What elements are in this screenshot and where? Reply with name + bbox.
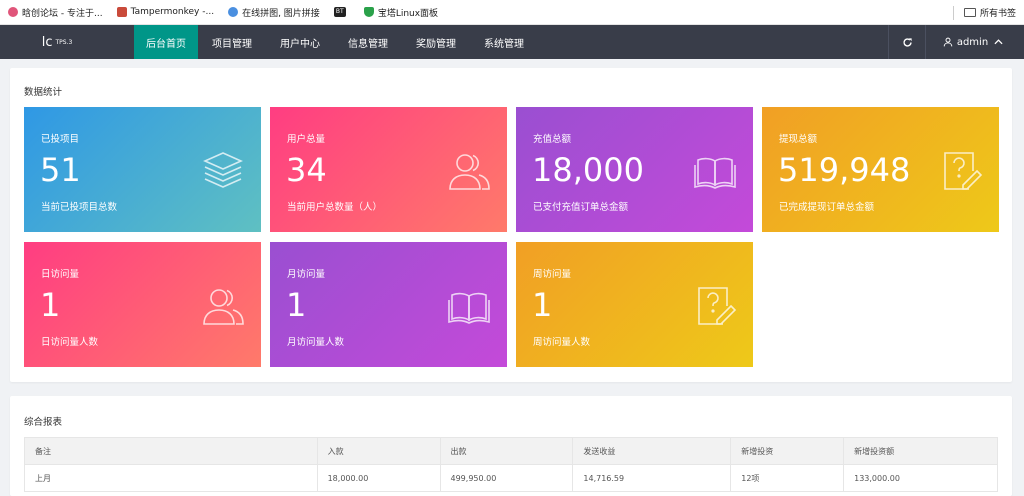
card-title: 日访问量 bbox=[41, 269, 80, 280]
stat-card-recharge[interactable]: 充值总额 18,000 已支付充值订单总金额 bbox=[516, 107, 753, 232]
logo[interactable]: lc TPS.3 bbox=[0, 25, 134, 59]
column-header: 发送收益 bbox=[572, 437, 732, 465]
book-icon bbox=[694, 157, 736, 189]
card-value: 51 bbox=[40, 151, 81, 189]
stats-panel: 数据统计 已投项目 51 当前已投项目总数 用户总量 34 当前用户总数量（人）… bbox=[10, 68, 1012, 382]
column-header: 入款 bbox=[316, 437, 441, 465]
card-value: 519,948 bbox=[778, 151, 911, 189]
panel-title: 综合报表 bbox=[24, 417, 63, 428]
folder-icon bbox=[963, 8, 976, 17]
users-icon bbox=[203, 289, 244, 325]
all-bookmarks[interactable]: 所有书签 bbox=[952, 0, 1016, 25]
table-row: 上月 18,000.00 499,950.00 14,716.59 12项 13… bbox=[24, 464, 998, 492]
card-title: 周访问量 bbox=[533, 269, 572, 280]
table-cell: 14,716.59 bbox=[572, 464, 732, 492]
column-header: 新增投资额 bbox=[843, 437, 998, 465]
stat-card-daily-visits[interactable]: 日访问量 1 日访问量人数 bbox=[24, 242, 261, 367]
bookmarks-bar: 晗创论坛 - 专注于... Tampermonkey -... 在线拼图, 图片… bbox=[0, 0, 1024, 25]
stat-card-projects[interactable]: 已投项目 51 当前已投项目总数 bbox=[24, 107, 261, 232]
column-header: 新增投资 bbox=[730, 437, 845, 465]
bookmark-item[interactable]: Tampermonkey -... bbox=[116, 7, 214, 17]
card-title: 已投项目 bbox=[41, 134, 80, 145]
stat-card-users[interactable]: 用户总量 34 当前用户总数量（人） bbox=[270, 107, 507, 232]
book-icon bbox=[448, 292, 490, 324]
user-menu[interactable]: admin bbox=[925, 25, 1024, 59]
nav-item-rewards[interactable]: 奖励管理 bbox=[402, 25, 470, 59]
panel-title: 数据统计 bbox=[24, 87, 63, 98]
card-value: 1 bbox=[286, 286, 307, 324]
table-header-row: 备注 入款 出款 发送收益 新增投资 新增投资额 bbox=[24, 437, 998, 465]
stat-card-withdraw[interactable]: 提现总额 519,948 已完成提现订单总金额 bbox=[762, 107, 999, 232]
divider bbox=[952, 5, 954, 20]
report-table: 备注 入款 出款 发送收益 新增投资 新增投资额 上月 18,000.00 49… bbox=[24, 437, 998, 492]
card-title: 提现总额 bbox=[779, 134, 818, 145]
bookmark-item[interactable]: 晗创论坛 - 专注于... bbox=[8, 6, 103, 19]
card-value: 18,000 bbox=[532, 151, 644, 189]
card-title: 用户总量 bbox=[287, 134, 326, 145]
card-value: 34 bbox=[286, 151, 327, 189]
report-panel: 综合报表 备注 入款 出款 发送收益 新增投资 新增投资额 上月 18,000.… bbox=[10, 396, 1012, 496]
table-cell: 18,000.00 bbox=[316, 464, 441, 492]
nav-item-info[interactable]: 信息管理 bbox=[334, 25, 402, 59]
chevron-up-icon bbox=[994, 39, 1003, 45]
card-desc: 周访问量人数 bbox=[533, 337, 591, 348]
nav-item-home[interactable]: 后台首页 bbox=[134, 25, 198, 59]
nav-item-users[interactable]: 用户中心 bbox=[266, 25, 334, 59]
cloud-icon bbox=[228, 7, 239, 17]
user-icon bbox=[943, 37, 953, 47]
card-desc: 月访问量人数 bbox=[287, 337, 345, 348]
refresh-button[interactable] bbox=[888, 25, 925, 59]
bookmark-item[interactable]: 宝塔Linux面板 bbox=[363, 6, 438, 19]
column-header: 出款 bbox=[439, 437, 574, 465]
layers-icon bbox=[203, 152, 243, 188]
shield-icon bbox=[363, 7, 374, 17]
tampermonkey-icon bbox=[116, 7, 127, 17]
question-doc-icon bbox=[944, 152, 983, 190]
bt-icon: BT bbox=[333, 7, 346, 17]
card-desc: 当前已投项目总数 bbox=[41, 202, 118, 213]
forum-icon bbox=[8, 7, 18, 17]
card-value: 1 bbox=[532, 286, 553, 324]
question-doc-icon bbox=[698, 287, 737, 325]
card-desc: 已支付充值订单总金额 bbox=[533, 202, 629, 213]
card-title: 月访问量 bbox=[287, 269, 326, 280]
column-header: 备注 bbox=[24, 437, 318, 465]
stat-card-weekly-visits[interactable]: 周访问量 1 周访问量人数 bbox=[516, 242, 753, 367]
card-value: 1 bbox=[40, 286, 61, 324]
table-cell: 499,950.00 bbox=[439, 464, 574, 492]
card-title: 充值总额 bbox=[533, 134, 572, 145]
table-cell: 12项 bbox=[730, 464, 845, 492]
bookmark-item[interactable]: 在线拼图, 图片拼接 bbox=[228, 6, 320, 19]
bookmark-item[interactable]: BT bbox=[333, 7, 350, 17]
card-desc: 已完成提现订单总金额 bbox=[779, 202, 875, 213]
nav-item-projects[interactable]: 项目管理 bbox=[198, 25, 266, 59]
stat-card-monthly-visits[interactable]: 月访问量 1 月访问量人数 bbox=[270, 242, 507, 367]
nav-item-system[interactable]: 系统管理 bbox=[470, 25, 538, 59]
card-desc: 当前用户总数量（人） bbox=[287, 202, 383, 213]
users-icon bbox=[449, 154, 490, 190]
user-name: admin bbox=[956, 36, 989, 48]
table-cell: 133,000.00 bbox=[843, 464, 998, 492]
table-cell: 上月 bbox=[24, 464, 318, 492]
refresh-icon bbox=[902, 37, 912, 47]
card-desc: 日访问量人数 bbox=[41, 337, 99, 348]
top-navbar: lc TPS.3 后台首页 项目管理 用户中心 信息管理 奖励管理 系统管理 ad… bbox=[0, 25, 1024, 59]
